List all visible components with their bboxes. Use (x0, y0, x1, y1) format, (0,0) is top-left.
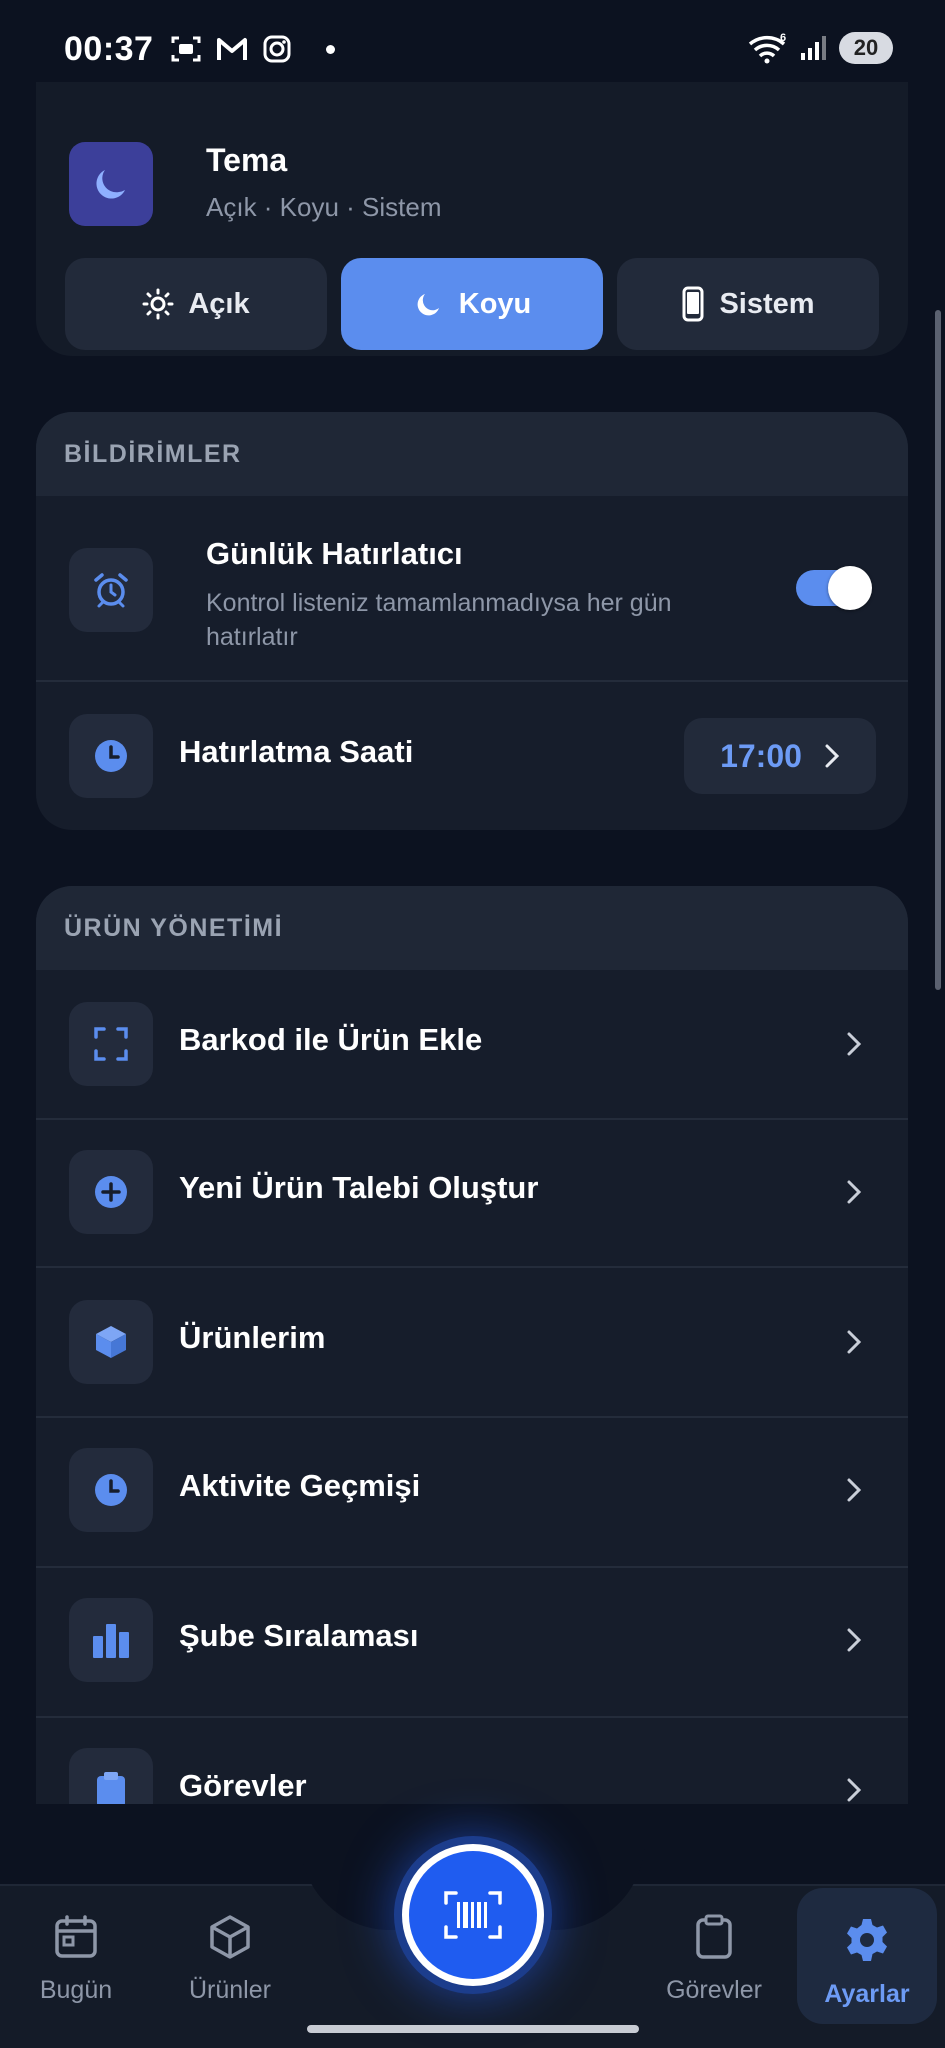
theme-title: Tema (206, 142, 288, 178)
status-right-icons: 6 20 (747, 32, 893, 64)
chevron-right-icon (840, 1626, 868, 1654)
daily-reminder-description: Kontrol listeniz tamamlanmadıysa her gün… (206, 589, 672, 651)
chevron-right-icon (840, 1776, 868, 1804)
nav-label-tasks: Görevler (666, 1976, 762, 2004)
menu-item-activity-history[interactable]: Aktivite Geçmişi (36, 1418, 908, 1566)
chevron-right-icon (840, 1030, 868, 1058)
scan-frame-icon (94, 1027, 128, 1061)
nav-label-settings: Ayarlar (824, 1980, 910, 2008)
barcode-scan-button[interactable] (394, 1836, 552, 1994)
menu-item-label: Görevler (179, 1768, 307, 1803)
reminder-time-value-button[interactable]: 17:00 (684, 718, 876, 794)
menu-item-my-products[interactable]: Ürünlerim (36, 1268, 908, 1416)
settings-screen: 00:37 6 20 Tema Açık · Koyu · Sistem Açı… (0, 0, 945, 2048)
chevron-right-icon (825, 744, 840, 768)
gear-icon (847, 1919, 887, 1961)
settings-scroll-area[interactable]: Tema Açık · Koyu · Sistem Açık Koyu Sist… (0, 82, 945, 1804)
theme-icon-box (69, 142, 153, 226)
clipboard-icon (696, 1914, 732, 1959)
moon-icon (417, 294, 439, 316)
clock-icon (95, 1474, 127, 1506)
menu-item-label: Barkod ile Ürün Ekle (179, 1022, 483, 1057)
theme-option-light[interactable]: Açık (65, 258, 327, 350)
theme-card: Tema Açık · Koyu · Sistem Açık Koyu Sist… (36, 82, 908, 356)
clock-icon (95, 740, 127, 772)
nav-item-today[interactable]: Bugün (20, 1886, 132, 2048)
theme-option-system[interactable]: Sistem (617, 258, 879, 350)
nav-label-products: Ürünler (189, 1976, 271, 2004)
status-bar: 00:37 6 20 (0, 0, 945, 82)
menu-item-label: Aktivite Geçmişi (179, 1468, 421, 1503)
notifications-card: BİLDİRİMLER Günlük Hatırlatıcı Kontrol l… (36, 412, 908, 830)
barcode-scan-icon (444, 1891, 502, 1939)
reminder-time-value: 17:00 (720, 737, 802, 774)
battery-icon: 20 (839, 32, 893, 64)
daily-reminder-row[interactable]: Günlük Hatırlatıcı Kontrol listeniz tama… (36, 496, 908, 680)
nav-label-today: Bugün (39, 1976, 113, 2004)
daily-reminder-title: Günlük Hatırlatıcı (206, 536, 463, 571)
signal-icon (801, 36, 826, 60)
toggle-knob (828, 566, 872, 610)
menu-item-label: Ürünlerim (179, 1320, 326, 1355)
theme-option-system-label: Sistem (719, 287, 815, 320)
nav-item-products[interactable]: Ürünler (172, 1886, 288, 2048)
cube-icon-box (69, 1300, 153, 1384)
clock-icon-box (69, 1448, 153, 1532)
phone-icon (682, 286, 704, 322)
notification-dot (326, 44, 335, 54)
theme-option-dark[interactable]: Koyu (341, 258, 603, 350)
chevron-right-icon (840, 1178, 868, 1206)
plus-circle-icon (95, 1176, 127, 1208)
scan-button-ring (402, 1844, 544, 1986)
scan-frame-icon-box (69, 1002, 153, 1086)
moon-icon (96, 170, 125, 199)
box-icon (210, 1915, 250, 1959)
bar-chart-icon (93, 1624, 129, 1658)
reminder-time-label: Hatırlatma Saati (179, 734, 414, 769)
status-left-icons (170, 34, 335, 64)
plus-circle-icon-box (69, 1150, 153, 1234)
scan-button-inner (409, 1851, 537, 1979)
menu-item-label: Şube Sıralaması (179, 1618, 419, 1653)
menu-item-label: Yeni Ürün Talebi Oluştur (179, 1170, 539, 1205)
product-management-card: ÜRÜN YÖNETİMİ Barkod ile Ürün Ekle Yeni … (36, 886, 908, 1804)
daily-reminder-text: Günlük Hatırlatıcı Kontrol listeniz tama… (206, 536, 746, 654)
instagram-icon (263, 35, 291, 63)
calendar-icon (55, 1915, 97, 1958)
screenshot-icon (171, 36, 201, 62)
notifications-header: BİLDİRİMLER (36, 412, 908, 496)
product-management-header: ÜRÜN YÖNETİMİ (36, 886, 908, 970)
theme-subtitle: Açık · Koyu · Sistem (206, 192, 442, 222)
clipboard-icon (97, 1772, 125, 1804)
cube-icon (96, 1326, 126, 1358)
menu-item-tasks[interactable]: Görevler (36, 1718, 908, 1804)
theme-option-dark-label: Koyu (458, 287, 532, 320)
home-indicator[interactable] (307, 2025, 639, 2033)
clock-icon-box (69, 714, 153, 798)
nav-item-settings[interactable]: Ayarlar (797, 1888, 937, 2024)
menu-item-new-product-request[interactable]: Yeni Ürün Talebi Oluştur (36, 1120, 908, 1268)
gmail-icon (217, 38, 247, 60)
bar-chart-icon-box (69, 1598, 153, 1682)
svg-text:6: 6 (780, 32, 786, 44)
scrollbar[interactable] (935, 310, 941, 990)
clipboard-icon-box (69, 1748, 153, 1804)
sun-icon (142, 288, 174, 320)
chevron-right-icon (840, 1328, 868, 1356)
alarm-icon-box (69, 548, 153, 632)
alarm-icon (94, 573, 128, 608)
status-time: 00:37 (64, 30, 154, 68)
chevron-right-icon (840, 1476, 868, 1504)
menu-item-branch-ranking[interactable]: Şube Sıralaması (36, 1568, 908, 1716)
nav-item-tasks[interactable]: Görevler (652, 1886, 776, 2048)
theme-option-light-label: Açık (188, 287, 250, 320)
daily-reminder-toggle[interactable] (796, 566, 872, 610)
reminder-time-row[interactable]: Hatırlatma Saati 17:00 (36, 682, 908, 830)
menu-item-barcode-add[interactable]: Barkod ile Ürün Ekle (36, 970, 908, 1118)
wifi-icon: 6 (748, 32, 786, 64)
